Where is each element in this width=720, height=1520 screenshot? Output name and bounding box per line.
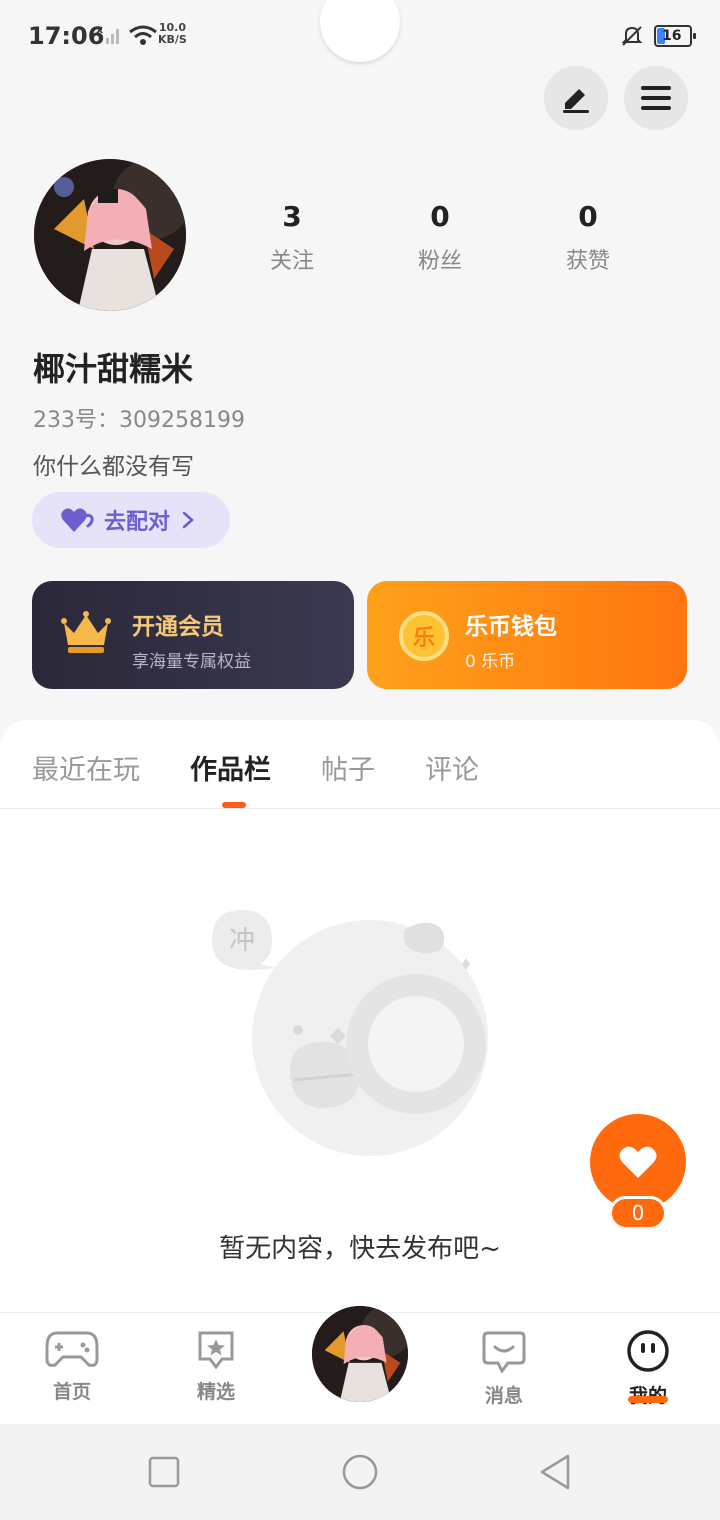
wifi-icon (129, 25, 157, 45)
user-id: 233号：309258199 (33, 408, 245, 433)
status-icons: x (96, 24, 158, 46)
stat-fans[interactable]: 0 粉丝 (366, 200, 514, 275)
avatar-image (34, 159, 186, 311)
wallet-balance: 0 乐币 (465, 652, 516, 672)
stat-label: 关注 (269, 249, 314, 274)
avatar-image (312, 1306, 408, 1402)
avatar[interactable] (34, 159, 186, 311)
tab-recently-played[interactable]: 最近在玩 (32, 748, 140, 787)
nav-item-featured[interactable]: 精选 (166, 1329, 266, 1404)
nav-label: 首页 (52, 1381, 91, 1403)
content-panel: 最近在玩 作品栏 帖子 评论 冲 暂无内容，快去发布吧~ (0, 720, 720, 1330)
net-speed: 10.0 KB/S (158, 22, 187, 46)
stat-likes[interactable]: 0 获赞 (514, 200, 662, 275)
battery-level: 16 (662, 28, 682, 44)
gamepad-icon (45, 1331, 99, 1367)
match-label: 去配对 (104, 510, 171, 535)
vip-subtitle: 享海量专属权益 (132, 652, 251, 672)
recent-apps-icon[interactable] (148, 1456, 180, 1488)
vip-title: 开通会员 (132, 614, 224, 640)
signal-icon: x (96, 24, 119, 44)
profile-tabs: 最近在玩 作品栏 帖子 评论 (32, 748, 479, 787)
stat-value: 0 (430, 200, 450, 233)
vip-card[interactable]: 开通会员 享海量专属权益 (32, 581, 354, 689)
system-nav-bar (0, 1424, 720, 1520)
net-speed-unit: KB/S (158, 33, 187, 46)
home-icon[interactable] (341, 1453, 379, 1491)
username: 椰汁甜糯米 (33, 350, 194, 388)
nav-label: 精选 (196, 1381, 235, 1403)
stat-label: 粉丝 (417, 249, 462, 274)
wallet-card[interactable]: 乐 乐币钱包 0 乐币 (367, 581, 687, 689)
edit-profile-button[interactable] (544, 66, 608, 130)
heart-icon (619, 1146, 657, 1178)
nav-center-avatar[interactable] (312, 1306, 408, 1402)
stat-value: 3 (282, 200, 302, 233)
chat-bubble-icon (482, 1331, 526, 1374)
back-icon[interactable] (538, 1453, 572, 1491)
stat-label: 获赞 (565, 249, 610, 274)
chevron-right-icon (182, 511, 194, 529)
pencil-icon (563, 89, 589, 113)
wallet-title: 乐币钱包 (465, 614, 557, 640)
nav-item-home[interactable]: 首页 (22, 1329, 122, 1404)
star-bookmark-icon (198, 1331, 234, 1370)
nav-label: 消息 (484, 1385, 523, 1407)
empty-message: 暂无内容，快去发布吧~ (219, 1234, 501, 1264)
hearts-icon (61, 508, 94, 532)
user-bio: 你什么都没有写 (33, 454, 194, 480)
bubble-glyph: 冲 (229, 926, 255, 956)
empty-state-illustration: 冲 (212, 910, 488, 1156)
tab-works[interactable]: 作品栏 (190, 748, 271, 787)
nav-item-messages[interactable]: 消息 (454, 1329, 554, 1408)
face-icon (627, 1330, 669, 1372)
hamburger-icon (641, 86, 671, 110)
match-button[interactable]: 去配对 (32, 492, 230, 548)
stat-value: 0 (578, 200, 598, 233)
menu-button[interactable] (624, 66, 688, 130)
mute-bell-icon (621, 26, 643, 46)
status-time: 17:06 (28, 22, 105, 50)
svg-text:x: x (96, 24, 103, 36)
tabs-divider (0, 808, 720, 809)
like-count: 0 (609, 1196, 667, 1230)
nav-label: 我的 (598, 1381, 698, 1408)
crown-icon (61, 611, 111, 653)
battery-icon: 16 (654, 25, 696, 47)
status-right: 16 (620, 24, 696, 48)
profile-stats: 3 关注 0 粉丝 0 获赞 (218, 200, 662, 275)
stat-following[interactable]: 3 关注 (218, 200, 366, 275)
active-nav-indicator (628, 1396, 668, 1403)
tab-comments[interactable]: 评论 (425, 748, 479, 787)
coin-icon: 乐 (399, 611, 449, 661)
tab-posts[interactable]: 帖子 (321, 748, 375, 787)
